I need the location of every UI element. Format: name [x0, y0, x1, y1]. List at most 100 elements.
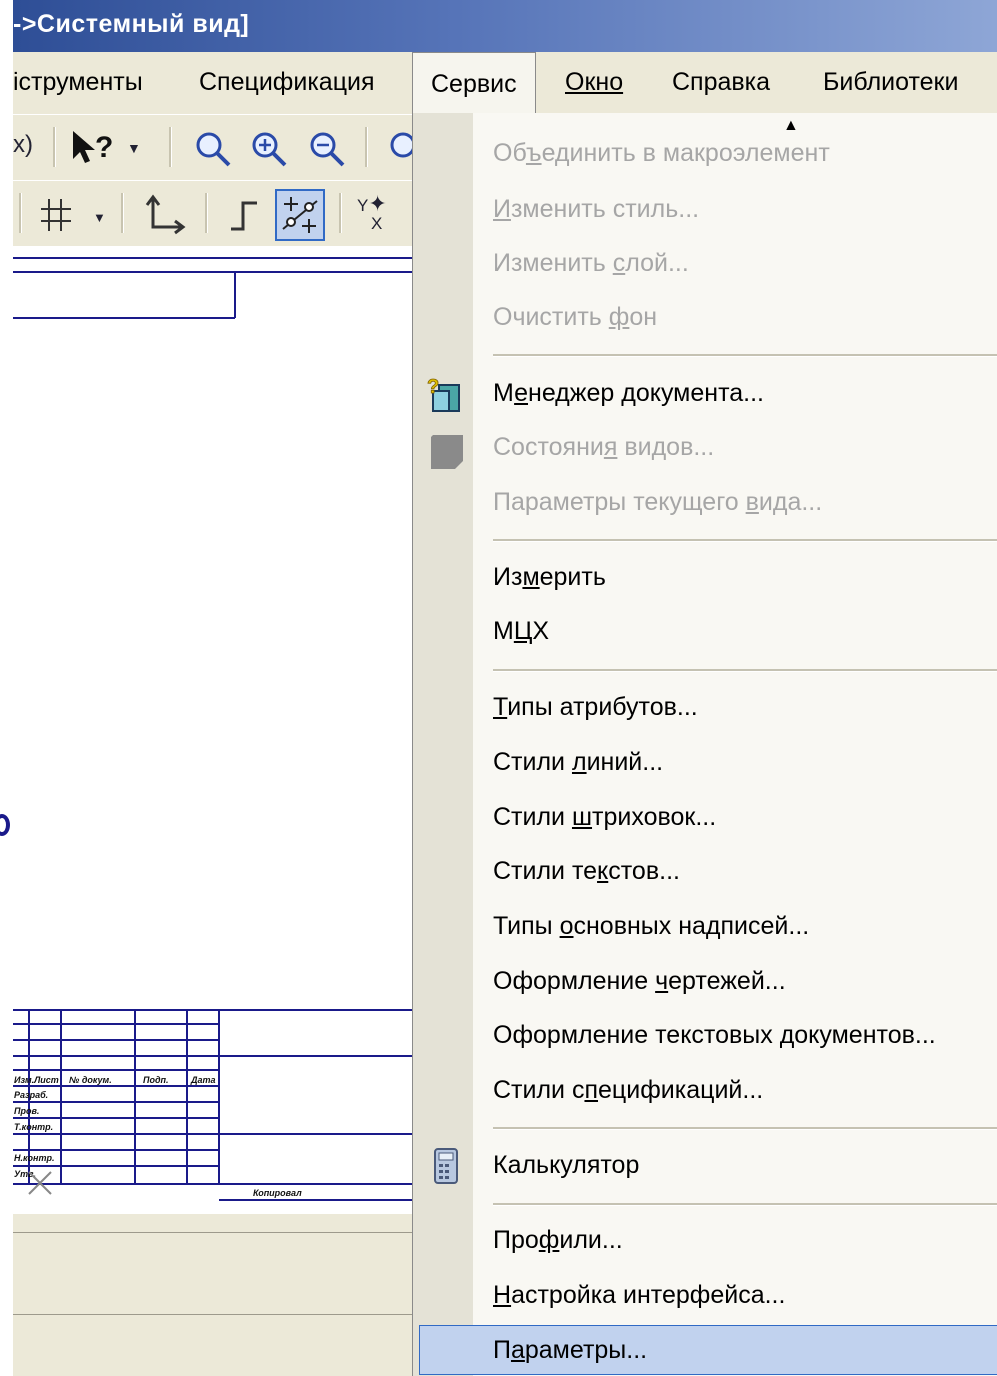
menu-item-profiles[interactable]: Профили... — [493, 1226, 623, 1255]
title-block-col1: Изм.Лист — [14, 1075, 59, 1085]
toolbar-row-2: ▼ Y✦ X — [13, 180, 413, 247]
menu-specification[interactable]: Спецификация — [199, 68, 375, 97]
grid-icon[interactable] — [37, 195, 77, 241]
coord-x-label: X — [371, 214, 383, 233]
menu-item-title-block-types[interactable]: Типы основных надписей... — [493, 912, 809, 941]
coordinates-icon[interactable]: Y✦ X — [357, 191, 387, 233]
menu-item-measure[interactable]: Измерить — [493, 563, 606, 592]
label: триховок... — [592, 803, 717, 831]
title-block-caption: Копировал — [253, 1188, 302, 1198]
mnemonic: а — [510, 1336, 525, 1364]
menu-item-drawing-layout[interactable]: Оформление чертежей... — [493, 967, 786, 996]
mnemonic: Ц — [513, 617, 533, 645]
label: иний... — [586, 748, 664, 776]
mnemonic: л — [571, 748, 587, 776]
menu-window[interactable]: Окно — [565, 68, 623, 97]
svg-text:?: ? — [427, 376, 439, 398]
menu-item-mch[interactable]: МЦХ — [493, 617, 549, 646]
mnemonic: ш — [571, 803, 593, 831]
toolbar-separator — [19, 193, 22, 233]
label: ипы атрибутов... — [507, 693, 698, 721]
label: Очистить — [493, 303, 609, 331]
zoom-in-icon[interactable] — [249, 129, 289, 175]
menubar: іструменты Спецификация Сервис Окно Спра… — [13, 52, 997, 114]
menu-item-line-styles[interactable]: Стили линий... — [493, 748, 663, 777]
title-block-row1: Разраб. — [14, 1090, 48, 1100]
menu-help[interactable]: Справка — [672, 68, 770, 97]
label: Стили — [493, 803, 572, 831]
mnemonic: в — [745, 488, 759, 516]
mnemonic: И — [493, 195, 511, 223]
menu-item-calculator[interactable]: Калькулятор — [493, 1151, 639, 1180]
label: Калькулятор — [493, 1151, 640, 1179]
title-block-col3: Подп. — [143, 1075, 169, 1085]
label: ецификаций... — [598, 1076, 764, 1104]
zoom-out-icon[interactable] — [307, 129, 347, 175]
menu-scroll-up-icon[interactable]: ▲ — [783, 117, 799, 135]
menu-service[interactable]: Сервис — [412, 52, 536, 114]
toolbar-separator — [365, 127, 368, 167]
snap-toggle-icon[interactable] — [275, 189, 325, 247]
mnemonic: е — [514, 379, 529, 407]
zoom-extra-icon[interactable] — [385, 129, 416, 175]
mnemonic: ч — [655, 967, 669, 995]
drawing-canvas[interactable]: Изм.Лист № докум. Подп. Дата Разраб. Про… — [13, 246, 413, 1214]
menu-item-hatch-styles[interactable]: Стили штриховок... — [493, 803, 716, 832]
menu-item-current-view-params[interactable]: Параметры текущего вида... — [493, 488, 822, 517]
mnemonic: м — [522, 563, 540, 591]
zoom-icon[interactable] — [193, 129, 233, 175]
service-dropdown-menu: ▲ Объединить в макроэлемент Изменить сти… — [412, 113, 997, 1376]
title-block-row5: Утв. — [14, 1169, 36, 1179]
calculator-icon — [427, 1147, 461, 1184]
dropdown-arrow-icon[interactable]: ▼ — [93, 211, 106, 224]
label: единить в макроэлемент — [541, 139, 830, 167]
title-block-row3: Т.контр. — [14, 1122, 53, 1132]
label: ертежей... — [668, 967, 786, 995]
title-block-col2: № докум. — [69, 1075, 112, 1085]
label: он — [629, 303, 658, 331]
label: Х — [532, 617, 550, 645]
menu-item-attribute-types[interactable]: Типы атрибутов... — [493, 693, 698, 722]
menu-separator — [493, 1127, 997, 1130]
menu-tools[interactable]: іструменты — [13, 68, 143, 97]
menu-item-view-states[interactable]: Состояния видов... — [493, 433, 714, 462]
menu-item-interface-settings[interactable]: Настройка интерфейса... — [493, 1281, 785, 1310]
menu-item-document-manager[interactable]: Менеджер документа... — [493, 379, 764, 408]
mnemonic: ъ — [525, 139, 542, 167]
label: лой... — [625, 249, 689, 277]
label: неджер документа... — [528, 379, 764, 407]
menu-libraries[interactable]: Библиотеки — [823, 68, 958, 97]
menu-item-parameters[interactable]: Параметры... — [493, 1336, 647, 1365]
title-block-col4: Дата — [190, 1075, 216, 1085]
mnemonic: с — [612, 249, 626, 277]
coord-cross-icon: ✦ — [368, 191, 387, 216]
menu-item-change-layer[interactable]: Изменить слой... — [493, 249, 689, 278]
label: или... — [559, 1226, 623, 1254]
label: Оформление — [493, 967, 656, 995]
menu-separator — [493, 539, 997, 542]
ortho-axes-icon[interactable] — [143, 193, 187, 243]
menu-item-change-style[interactable]: Изменить стиль... — [493, 195, 699, 224]
document-manager-icon: ? — [427, 375, 461, 412]
fx-button[interactable]: x) — [13, 133, 33, 157]
menu-item-text-document-layout[interactable]: Оформление текстовых документов... — [493, 1021, 936, 1050]
mnemonic: ф — [608, 303, 630, 331]
mnemonic: я — [603, 433, 618, 461]
dropdown-arrow-icon[interactable]: ▼ — [127, 141, 141, 155]
menu-item-text-styles[interactable]: Стили текстов... — [493, 857, 680, 886]
label: Стили те — [493, 857, 598, 885]
coord-y-label: Y — [357, 196, 369, 215]
menu-item-specification-styles[interactable]: Стили спецификаций... — [493, 1076, 763, 1105]
menu-item-merge-macro[interactable]: Объединить в макроэлемент — [493, 139, 830, 168]
step-line-icon[interactable] — [227, 195, 261, 241]
toolbar-separator — [169, 127, 172, 167]
label: раметры... — [524, 1336, 648, 1364]
status-divider — [13, 1314, 413, 1315]
menu-separator — [493, 354, 997, 357]
help-pointer-icon[interactable]: ? — [69, 129, 125, 175]
toolbar-row-1: x) ? ▼ — [13, 114, 416, 181]
title-block-row2: Пров. — [14, 1106, 39, 1116]
mnemonic: Н — [493, 1281, 512, 1309]
menu-item-clear-background[interactable]: Очистить фон — [493, 303, 657, 332]
menu-separator — [493, 669, 997, 672]
